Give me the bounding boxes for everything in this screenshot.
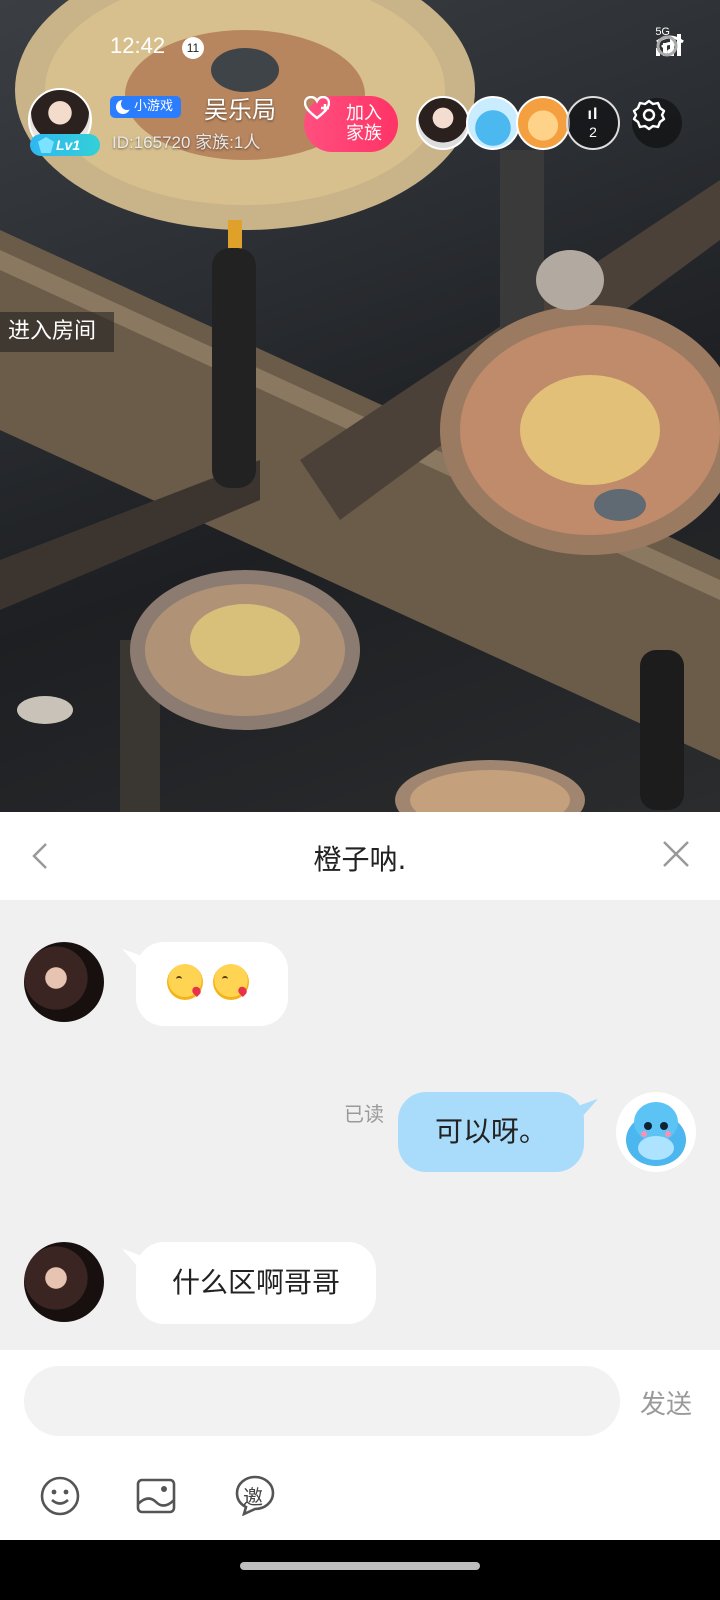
status-indicators: 5G [655,26,685,57]
room-id: ID:165720 家族:1人 [112,133,261,152]
room-name: 吴乐局 [204,96,276,124]
message-input[interactable] [24,1366,620,1436]
viewer-count: 2 [589,124,597,140]
viewer-list[interactable]: ıl 2 [416,96,620,150]
image-icon[interactable] [134,1474,178,1518]
gem-icon [38,137,54,153]
viewer-count-button[interactable]: ıl 2 [566,96,620,150]
level-label: Lv1 [56,137,81,153]
invite-button[interactable]: 邀 [234,1474,276,1516]
invite-glyph: 邀 [243,1485,263,1509]
join-family-label: 加入家族 [346,103,382,144]
my-avatar[interactable] [616,1092,696,1172]
send-button[interactable]: 发送 [640,1384,692,1421]
notification-badge: 11 [182,37,204,59]
emoji-icon[interactable] [38,1474,82,1518]
mini-game-label: 小游戏 [134,99,174,114]
message-bubble: 什么区啊哥哥 [136,1242,376,1324]
room-background: 12:42 11 5G Lv1 小游戏 吴乐局 ID:165720 家族:1人 … [0,0,720,812]
message-text: 可以呀。 [434,1115,547,1148]
heart-plus-icon [304,96,330,120]
mini-game-tag[interactable]: 小游戏 [110,96,182,118]
message-text: 什么区啊哥哥 [171,1266,340,1299]
message-composer: 发送 邀 [0,1350,720,1540]
settings-button[interactable] [632,98,682,148]
close-icon[interactable] [656,834,696,874]
kiss-emoji-icon [213,964,249,1000]
sender-avatar[interactable] [24,1242,104,1322]
sender-avatar[interactable] [24,942,104,1022]
kiss-emoji-icon [167,964,203,1000]
read-status: 已读 [344,1102,384,1126]
home-indicator[interactable] [240,1562,480,1570]
level-badge: Lv1 [30,134,100,156]
enter-room-text: 进入房间 [8,319,97,344]
loading-icon [656,35,678,57]
system-nav-bar [0,1540,720,1600]
settings-icon [632,99,666,131]
dolphin-avatar-icon [626,1102,686,1166]
message-bubble [136,942,288,1026]
chat-header: 橙子呐. [0,812,720,900]
viewer-avatar[interactable] [466,96,520,150]
moon-icon [116,98,133,114]
message-bubble: 可以呀。 [398,1092,584,1172]
chat-title: 橙子呐. [313,843,407,876]
join-family-button[interactable]: 加入家族 [304,96,398,152]
viewer-avatar[interactable] [516,96,570,150]
viewer-avatar[interactable] [416,96,470,150]
private-chat-sheet: 橙子呐. 已读 可以呀。 什么区啊哥哥 发送 邀 [0,812,720,1600]
enter-room-notice: 进入房间 [0,312,115,352]
status-time: 12:42 [110,33,166,58]
chart-bars-icon: ıl [587,106,599,123]
